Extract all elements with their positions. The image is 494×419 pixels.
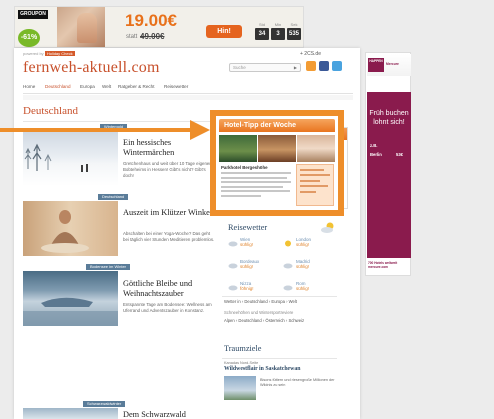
sky-ad[interactable]: HAPPEN Mercure Früh buchen lohnt sich! z…: [365, 52, 411, 276]
nav-item-deutschland[interactable]: Deutschland: [45, 84, 71, 89]
sky-ad-headline: Früh buchen lohnt sich!: [369, 110, 409, 126]
sky-ad-price: 53€: [396, 152, 403, 157]
search-placeholder: Suche: [233, 65, 246, 70]
snow-heights-label: Schneehöhen und Wintersportreviere: [224, 310, 294, 315]
weather-city-temp: sühlig!: [296, 242, 310, 247]
article-image-yoga[interactable]: [23, 201, 118, 256]
weather-city-temp: föhnig!: [240, 286, 254, 291]
ad-photo-figure: [77, 13, 97, 43]
sky-ad-logo: HAPPEN: [368, 58, 384, 72]
facebook-icon[interactable]: [319, 61, 329, 71]
weather-cloud-icon: [228, 241, 238, 247]
weather-city[interactable]: Rom sühlig!: [296, 281, 309, 291]
weather-cloud-icon: [228, 263, 238, 269]
screenshot-canvas: GROUPON -61% 19.00€ statt 49.00€ Hin! St…: [0, 0, 494, 419]
weather-cloud-icon: [283, 263, 293, 269]
countdown-label: Std: [258, 22, 265, 27]
rss-icon[interactable]: [306, 61, 316, 71]
article-title[interactable]: Dem Schwarzwald: [123, 410, 213, 419]
nav-item-europa[interactable]: Europa: [80, 84, 95, 89]
weather-links[interactable]: Wetter in › Deutschland › Europa › Welt: [224, 299, 297, 304]
traumziele-headline[interactable]: Wildwestflair in Saskatchewan: [224, 366, 300, 372]
sky-ad-prefix: z.B.: [370, 143, 378, 148]
sky-ad-brand: Mercure: [386, 62, 399, 66]
weather-city-temp: sühlig!: [296, 286, 310, 291]
weather-divider: [222, 296, 337, 297]
cloud-sun-icon: [321, 222, 334, 233]
weather-city[interactable]: Wien sühlig!: [240, 237, 253, 247]
snow-heights-links[interactable]: Alpen › Deutschland › Österreich › Schwe…: [224, 318, 304, 323]
article-teaser: Abschalten bei einer Yoga-Woche? Das geh…: [123, 231, 215, 242]
traumziele-divider: [222, 358, 337, 359]
weather-widget-title: Reisewetter: [228, 223, 268, 232]
traumziele-teaser: Bisons füttern und riesengroße Millionen…: [260, 378, 335, 387]
yoga-scene-graphic: [41, 210, 89, 253]
subnav-bar: [23, 95, 353, 100]
ad-old-price: 49.00€: [140, 32, 165, 41]
countdown-value: 3: [271, 28, 285, 40]
nav-item-home[interactable]: Home: [23, 84, 35, 89]
site-logo[interactable]: fernweh-aktuell.com: [23, 59, 160, 77]
ad-brand-logo: GROUPON: [18, 10, 48, 19]
article-tag[interactable]: Deutschland: [98, 194, 129, 200]
nav-item-reisewetter[interactable]: Reisewetter: [164, 84, 188, 89]
search-go-icon[interactable]: ▶: [294, 64, 297, 72]
discount-badge: -61%: [18, 29, 40, 47]
article-title[interactable]: Göttliche Bleibe und Weihnachtszauber: [123, 279, 213, 299]
highlight-frame: [210, 110, 344, 216]
weather-city[interactable]: Nizza föhnig!: [240, 281, 254, 291]
traumziele-title: Traumziele: [224, 344, 262, 353]
powered-by: powered by Holiday Check: [23, 51, 75, 56]
weather-cloud-icon: [283, 285, 293, 291]
countdown-label: Sek: [290, 22, 298, 27]
weather-sun-icon: [285, 240, 291, 247]
nav-item-ratgeber[interactable]: Ratgeber & Recht: [118, 84, 155, 89]
weather-city[interactable]: Madrid sühlig!: [296, 259, 310, 269]
sky-ad-header: HAPPEN Mercure: [367, 54, 411, 76]
traumziele-kicker: Kanadas Nord-Seite: [224, 361, 259, 365]
countdown-value: 34: [255, 28, 269, 40]
nav-item-welt[interactable]: Welt: [102, 84, 111, 89]
callout-arrow-icon: [0, 120, 210, 140]
search-input[interactable]: Suche ▶: [229, 63, 301, 72]
sky-ad-city: Berlin: [370, 152, 382, 157]
ad-price: 19.00€: [125, 11, 177, 30]
weather-city-temp: sühlig!: [296, 264, 310, 269]
traumziele-image[interactable]: [224, 376, 256, 400]
website-page: powered by Holiday Check fernweh-aktuell…: [14, 48, 360, 419]
nav-divider: [23, 93, 353, 94]
countdown-label: Min: [274, 22, 282, 27]
ad-old-label: statt: [126, 34, 138, 40]
powered-by-label: powered by: [23, 51, 44, 56]
article-teaser: Gretchenhaus und weit über 10 Tage eigen…: [123, 161, 211, 178]
article-teaser: Entspannte Tage am Bodensee: Wellness am…: [123, 302, 212, 313]
ad-cta-button[interactable]: Hin!: [206, 25, 242, 38]
twitter-icon[interactable]: [332, 61, 342, 71]
sky-ad-footer: 700 Hotels weltweit mercure.com: [368, 261, 398, 269]
powered-by-brand[interactable]: Holiday Check: [44, 51, 75, 56]
social-count: + 2CS.de: [300, 51, 321, 57]
article-tag[interactable]: Bodensee im Winter: [86, 264, 131, 270]
article-image-snow[interactable]: [23, 408, 118, 419]
lake-scene-graphic: [23, 297, 118, 326]
weather-city[interactable]: London sühlig!: [296, 237, 311, 247]
article-image-lake[interactable]: [23, 271, 118, 326]
weather-cloud-icon: [228, 285, 238, 291]
weather-city[interactable]: Bordeaux sühlig!: [240, 259, 259, 269]
banner-ad[interactable]: GROUPON -61% 19.00€ statt 49.00€ Hin! St…: [14, 6, 304, 48]
weather-city-temp: sühlig!: [240, 242, 254, 247]
countdown-value: 535: [287, 28, 301, 40]
article-tag[interactable]: Schwarzwaldwinter: [83, 401, 126, 407]
article-title[interactable]: Auszeit im Klützer Winkel: [123, 208, 213, 218]
weather-city-temp: sühlig!: [240, 264, 254, 269]
